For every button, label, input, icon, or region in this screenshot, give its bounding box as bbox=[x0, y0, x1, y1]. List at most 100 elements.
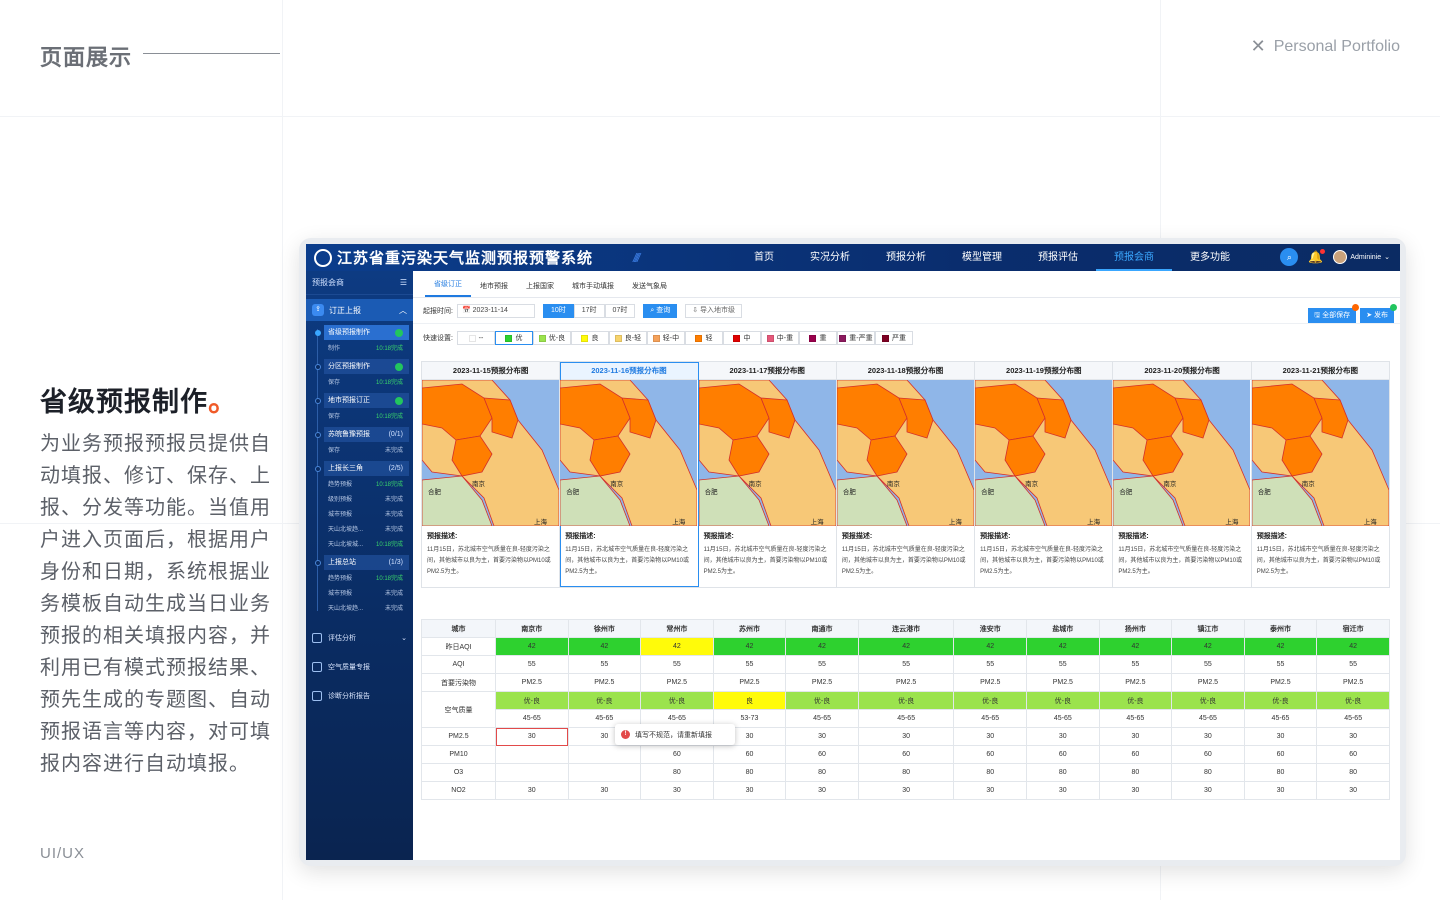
table-cell[interactable]: 55 bbox=[953, 655, 1028, 674]
table-cell[interactable]: 45-65 bbox=[785, 709, 859, 728]
search-icon[interactable]: ⌕ bbox=[1280, 248, 1299, 266]
table-cell[interactable]: 30 bbox=[495, 781, 569, 800]
table-cell[interactable]: 55 bbox=[495, 655, 569, 674]
date-input[interactable]: 📅 2023-11-14 bbox=[456, 303, 535, 318]
table-cell[interactable]: 30 bbox=[785, 781, 859, 800]
table-cell[interactable]: 60 bbox=[785, 745, 859, 764]
table-cell[interactable] bbox=[495, 745, 569, 764]
table-cell[interactable]: 优-良 bbox=[495, 691, 569, 710]
table-cell[interactable]: 30 bbox=[1243, 781, 1318, 800]
table-cell[interactable]: 30 bbox=[857, 781, 955, 800]
table-cell[interactable]: 30 bbox=[712, 781, 787, 800]
table-cell[interactable]: 60 bbox=[1098, 745, 1173, 764]
sub-tab[interactable]: 城市手动填报 bbox=[563, 281, 623, 297]
table-cell[interactable]: 55 bbox=[567, 655, 642, 674]
step-header[interactable]: 苏皖鲁豫预报 (0/1) bbox=[324, 427, 409, 442]
forecast-map-card[interactable]: 2023-11-17预报分布图 合肥 南京 上海 预报描述: 11月15日，苏北城市空气质… bbox=[698, 362, 837, 587]
table-cell[interactable]: 55 bbox=[1098, 655, 1173, 674]
table-cell[interactable]: 30 bbox=[953, 727, 1028, 746]
table-cell[interactable]: 30 bbox=[640, 781, 714, 800]
legend-option[interactable]: 重 bbox=[798, 331, 837, 345]
step-sub-item[interactable]: 保存 10:18完成 bbox=[324, 374, 409, 389]
table-cell[interactable]: PM2.5 bbox=[712, 673, 787, 692]
step-sub-item[interactable]: 保存 未完成 bbox=[324, 442, 409, 457]
table-cell[interactable]: PM2.5 bbox=[953, 673, 1028, 692]
step-header[interactable]: 上报总站 (1/3) bbox=[324, 555, 409, 570]
table-cell[interactable]: 30 bbox=[857, 727, 955, 746]
legend-option[interactable]: 良-轻 bbox=[608, 331, 647, 345]
table-cell[interactable]: 80 bbox=[953, 763, 1028, 782]
table-cell[interactable]: 55 bbox=[1026, 655, 1100, 674]
bell-icon[interactable]: 🔔 bbox=[1308, 249, 1326, 264]
workflow-step[interactable]: 地市预报订正 保存 10:18完成 bbox=[314, 393, 413, 423]
sidebar-group-correction[interactable]: ⇪ 订正上报 ︿ bbox=[306, 299, 413, 321]
table-cell[interactable]: 55 bbox=[1171, 655, 1245, 674]
table-cell[interactable]: 45-65 bbox=[857, 709, 955, 728]
close-icon[interactable]: ✕ bbox=[1251, 36, 1266, 57]
forecast-map-card[interactable]: 2023-11-20预报分布图 合肥 南京 上海 预报描述: 11月15日，苏北城市空气质… bbox=[1113, 362, 1252, 587]
table-cell[interactable]: 80 bbox=[785, 763, 859, 782]
workflow-step[interactable]: 苏皖鲁豫预报 (0/1) 保存 未完成 bbox=[314, 427, 413, 457]
nav-item[interactable]: 模型管理 bbox=[944, 244, 1020, 271]
table-cell[interactable]: 55 bbox=[1316, 655, 1390, 674]
workflow-step[interactable]: 分区预报制作 保存 10:18完成 bbox=[314, 359, 413, 389]
sub-tab[interactable]: 省级订正 bbox=[425, 279, 471, 297]
legend-option[interactable]: 中-重 bbox=[760, 331, 799, 345]
workflow-step[interactable]: 上报总站 (1/3) 趋势预报 10:18完成 城市预报 未完成 天山北坡趋... 未完成 bbox=[314, 555, 413, 615]
table-cell[interactable]: 45-65 bbox=[1026, 709, 1100, 728]
table-cell[interactable]: 优-良 bbox=[640, 691, 714, 710]
forecast-map-card[interactable]: 2023-11-19预报分布图 合肥 南京 上海 预报描述: 11月15日，苏北城市空气质… bbox=[975, 362, 1114, 587]
step-sub-item[interactable]: 制作 10:18完成 bbox=[324, 340, 409, 355]
table-cell[interactable]: 30 bbox=[1026, 727, 1100, 746]
table-cell[interactable]: 55 bbox=[712, 655, 787, 674]
menu-icon[interactable]: ☰ bbox=[400, 278, 407, 287]
table-cell[interactable]: PM2.5 bbox=[1098, 673, 1173, 692]
nav-item[interactable]: 预报分析 bbox=[868, 244, 944, 271]
table-cell[interactable]: PM2.5 bbox=[640, 673, 714, 692]
save-all-button[interactable]: 🖫 全部保存 bbox=[1308, 304, 1360, 323]
table-cell[interactable]: 60 bbox=[1316, 745, 1390, 764]
workflow-step[interactable]: 省级预报制作 制作 10:18完成 bbox=[314, 325, 413, 355]
step-sub-item[interactable]: 城市预报 未完成 bbox=[324, 506, 409, 521]
hour-option[interactable]: 07时 bbox=[604, 303, 636, 318]
table-cell[interactable]: 60 bbox=[1026, 745, 1100, 764]
table-cell[interactable]: 30 bbox=[1171, 727, 1245, 746]
table-cell[interactable]: 优-良 bbox=[1026, 691, 1100, 710]
table-cell[interactable]: 优-良 bbox=[1098, 691, 1173, 710]
table-cell[interactable]: 45-65 bbox=[1316, 709, 1390, 728]
table-cell[interactable]: 30 bbox=[1026, 781, 1100, 800]
step-sub-item[interactable]: 级别预报 未完成 bbox=[324, 491, 409, 506]
table-cell[interactable]: 30 bbox=[495, 727, 569, 746]
table-cell[interactable]: 30 bbox=[1098, 781, 1173, 800]
legend-option[interactable]: 重-严重 bbox=[836, 331, 875, 345]
legend-option[interactable]: 中 bbox=[722, 331, 761, 345]
publish-button[interactable]: ➤ 发布 bbox=[1360, 304, 1397, 323]
table-cell[interactable]: 30 bbox=[1316, 727, 1390, 746]
nav-item[interactable]: 实况分析 bbox=[792, 244, 868, 271]
table-cell[interactable]: 55 bbox=[785, 655, 859, 674]
step-header[interactable]: 上报长三角 (2/5) bbox=[324, 461, 409, 476]
table-cell[interactable]: 优-良 bbox=[1316, 691, 1390, 710]
legend-option[interactable]: 轻-中 bbox=[646, 331, 685, 345]
legend-option[interactable]: 严重 bbox=[874, 331, 913, 345]
legend-option[interactable]: 优-良 bbox=[532, 331, 571, 345]
table-cell[interactable]: 良 bbox=[712, 691, 787, 710]
nav-item[interactable]: 更多功能 bbox=[1172, 244, 1248, 271]
step-sub-item[interactable]: 天山北坡城... 10:18完成 bbox=[324, 536, 409, 551]
step-sub-item[interactable]: 天山北坡趋... 未完成 bbox=[324, 521, 409, 536]
nav-item[interactable]: 预报评估 bbox=[1020, 244, 1096, 271]
table-cell[interactable]: 优-良 bbox=[1171, 691, 1245, 710]
import-button[interactable]: ⇩ 导入地市级 bbox=[685, 303, 743, 318]
table-cell[interactable]: 60 bbox=[953, 745, 1028, 764]
table-cell[interactable]: 55 bbox=[857, 655, 955, 674]
table-cell[interactable]: 80 bbox=[1316, 763, 1390, 782]
forecast-map-card[interactable]: 2023-11-21预报分布图 合肥 南京 上海 预报描述: 11月15日，苏北城市空气质… bbox=[1251, 362, 1389, 587]
sidebar-menu-item[interactable]: 空气质量专报 bbox=[306, 652, 413, 681]
step-sub-item[interactable]: 保存 10:18完成 bbox=[324, 408, 409, 423]
table-cell[interactable]: 55 bbox=[640, 655, 714, 674]
table-cell[interactable]: PM2.5 bbox=[1026, 673, 1100, 692]
table-cell[interactable]: 30 bbox=[1316, 781, 1390, 800]
table-cell[interactable]: 60 bbox=[712, 745, 787, 764]
table-cell[interactable]: 优-良 bbox=[567, 691, 642, 710]
table-cell[interactable]: 优-良 bbox=[1243, 691, 1318, 710]
